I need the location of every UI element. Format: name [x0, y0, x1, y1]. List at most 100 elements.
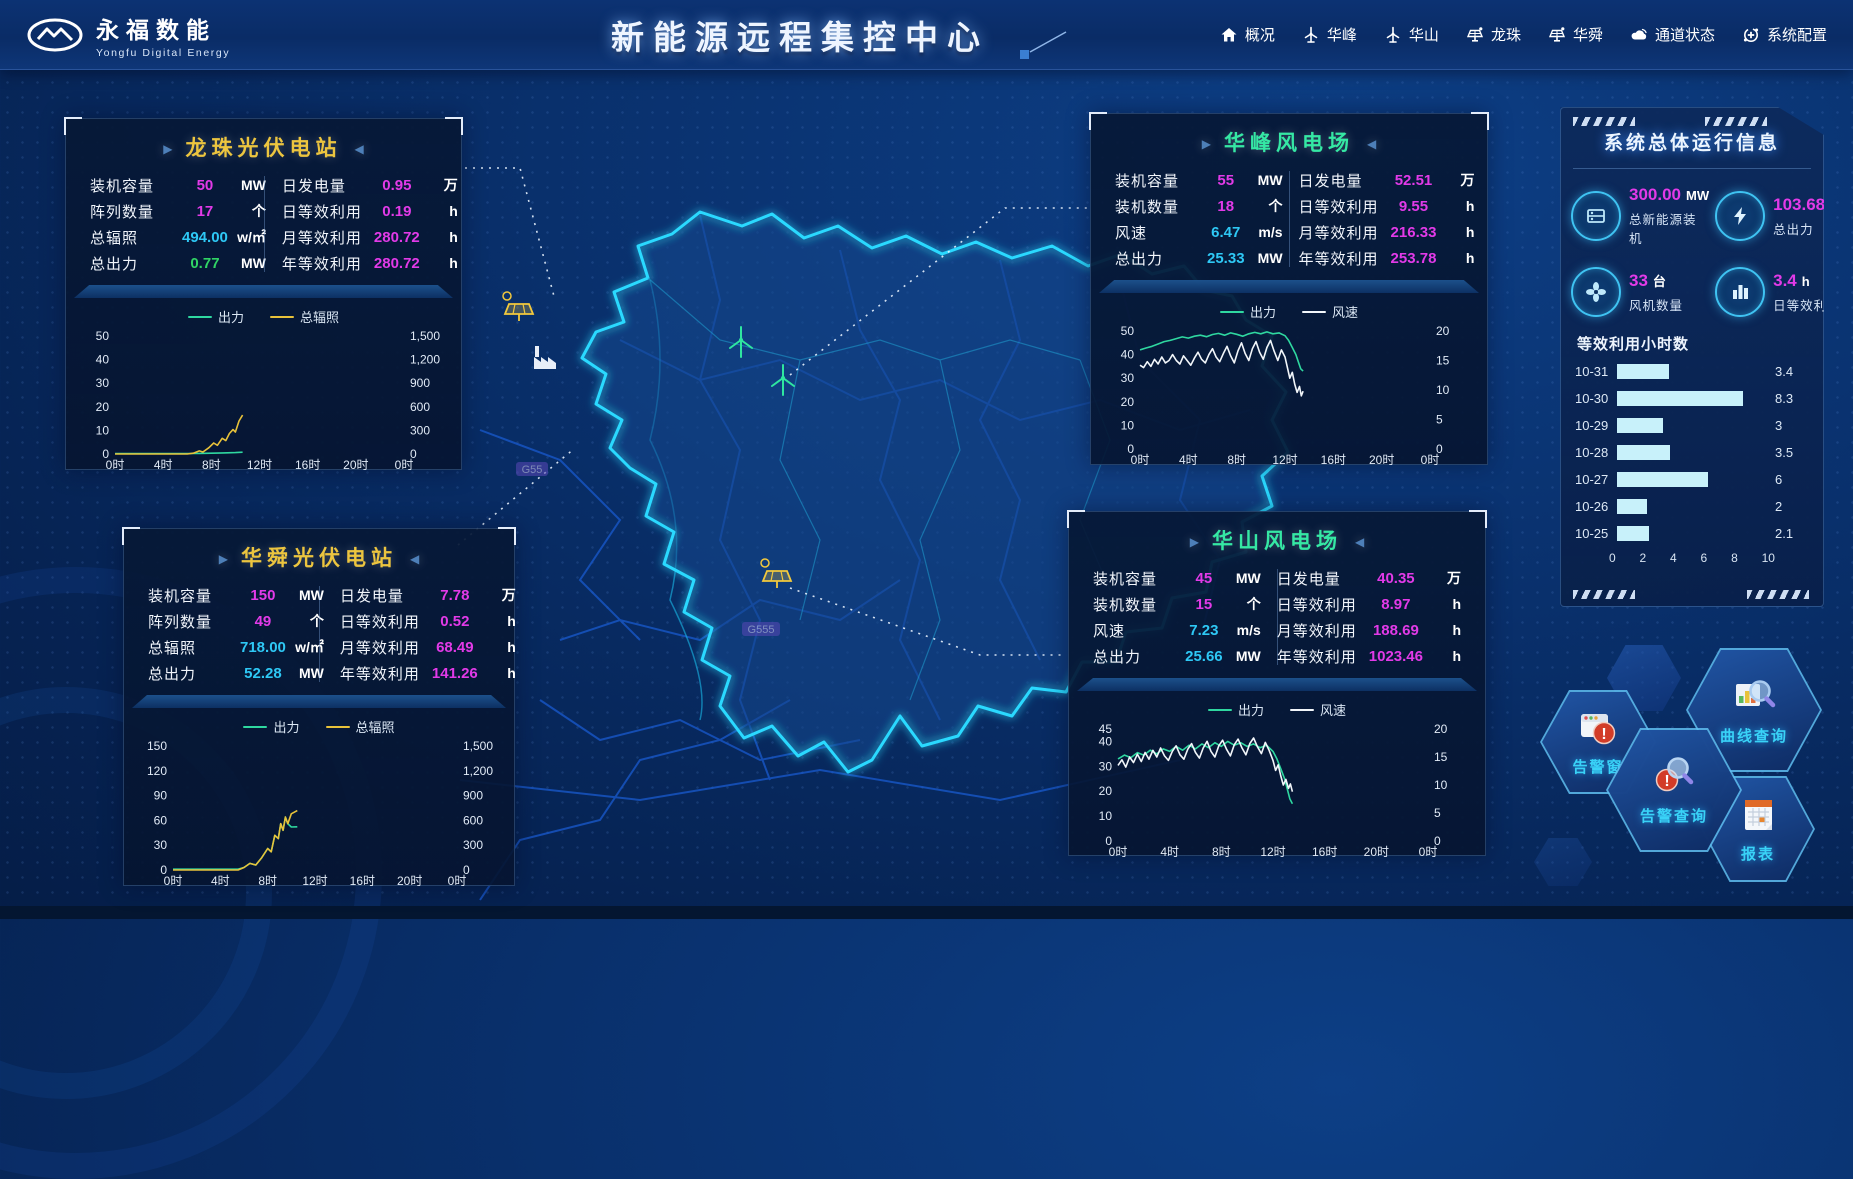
metric-row: 月等效利用216.33h: [1299, 219, 1475, 245]
stat-label: 风机数量: [1629, 295, 1683, 314]
lightning-icon: [1715, 191, 1765, 241]
metric-value: 40.35: [1369, 570, 1423, 587]
metric-unit: MW: [1245, 172, 1283, 188]
metric-row: 日等效利用9.55h: [1299, 193, 1475, 219]
metric-label: 月等效利用: [1277, 620, 1369, 641]
utilization-bar-chart: 10-313.410-308.310-29310-283.510-27610-2…: [1561, 358, 1823, 547]
left-arrow-icon: ▶: [1202, 137, 1211, 151]
metric-label: 总辐照: [148, 637, 240, 658]
metric-row: 装机数量15个: [1093, 591, 1261, 617]
bar-category: 10-27: [1575, 472, 1617, 487]
alarm-query-icon: !: [1651, 754, 1697, 803]
bar-value: 8.3: [1775, 391, 1793, 406]
map-solar-station-icon[interactable]: [503, 292, 533, 321]
metric-value: 25.66: [1185, 648, 1223, 665]
svg-text:4时: 4时: [211, 874, 230, 888]
metric-value: 6.47: [1207, 224, 1245, 241]
bar-value: 2.1: [1775, 526, 1793, 541]
legend-swatch-icon: [270, 316, 294, 318]
metric-label: 装机容量: [148, 585, 240, 606]
metric-unit: MW: [1223, 570, 1261, 586]
metric-unit: 个: [286, 611, 324, 631]
svg-text:120: 120: [147, 764, 167, 778]
map-wind-turbine-icons[interactable]: [730, 327, 794, 395]
system-stat-0: 300.00MW总新能源装机: [1571, 185, 1709, 247]
station-title: ▶龙珠光伏电站◀: [66, 119, 461, 162]
svg-text:150: 150: [147, 739, 167, 753]
metric-unit: h: [1436, 250, 1474, 266]
svg-text:90: 90: [154, 789, 168, 803]
metric-label: 月等效利用: [282, 227, 374, 248]
legend-label: 总辐照: [356, 717, 395, 736]
station-panel-huafeng: ▶华峰风电场◀ 装机容量55MW装机数量18个风速6.47m/s总出力25.33…: [1090, 113, 1488, 465]
metric-value: 17: [182, 203, 228, 220]
metric-value: 1023.46: [1369, 648, 1423, 665]
svg-text:10: 10: [1121, 418, 1135, 432]
nav-item-3[interactable]: 龙珠: [1466, 24, 1521, 45]
map-solar-station-icon-south[interactable]: [761, 559, 791, 588]
nav-item-6[interactable]: 系统配置: [1742, 24, 1827, 45]
metric-unit: h: [420, 255, 458, 271]
panel-divider-wedge: [132, 695, 506, 708]
metric-row: 年等效利用1023.46h: [1277, 643, 1461, 669]
legend-swatch-icon: [326, 726, 350, 728]
bar-track: [1617, 364, 1769, 379]
left-arrow-icon: ▶: [1190, 535, 1199, 549]
bar-fill: [1617, 445, 1670, 460]
legend-item: 总辐照: [270, 307, 339, 326]
metric-row: 日等效利用0.19h: [282, 198, 458, 224]
bar-value: 3: [1775, 418, 1782, 433]
metric-row: 装机容量45MW: [1093, 565, 1261, 591]
metric-unit: h: [478, 665, 516, 681]
bar-value: 6: [1775, 472, 1782, 487]
legend-label: 风速: [1332, 302, 1358, 321]
legend-swatch-icon: [188, 316, 212, 318]
bar-category: 10-29: [1575, 418, 1617, 433]
nav-item-1[interactable]: 华峰: [1302, 24, 1357, 45]
metric-label: 装机容量: [90, 175, 182, 196]
station-metrics: 装机容量55MW装机数量18个风速6.47m/s总出力25.33MW日发电量52…: [1107, 167, 1471, 271]
system-stat-1: 103.68MW总出力: [1715, 185, 1853, 247]
bar-axis-tick: 8: [1731, 551, 1738, 565]
metric-value: 45: [1185, 570, 1223, 587]
right-arrow-icon: ◀: [355, 142, 364, 156]
metric-value: 7.78: [432, 587, 478, 604]
bar-row-10-30: 10-308.3: [1575, 385, 1809, 412]
svg-text:0时: 0时: [1109, 845, 1128, 859]
stat-label: 总出力: [1773, 219, 1853, 238]
svg-text:15: 15: [1434, 750, 1448, 764]
nav-item-5[interactable]: 通道状态: [1630, 24, 1715, 45]
solar-module-icon: [1571, 191, 1621, 241]
metric-row: 年等效利用253.78h: [1299, 245, 1475, 271]
right-arrow-icon: ◀: [410, 552, 419, 566]
metric-row: 装机容量55MW: [1115, 167, 1283, 193]
metric-row: 月等效利用188.69h: [1277, 617, 1461, 643]
metric-label: 总出力: [90, 253, 182, 274]
nav-item-4[interactable]: 华舜: [1548, 24, 1603, 45]
bar-track: [1617, 445, 1769, 460]
bar-fill: [1617, 526, 1649, 541]
title-decor-line: [1016, 30, 1072, 60]
svg-text:0时: 0时: [164, 874, 183, 888]
road-badge-g555: G555: [748, 624, 775, 636]
road-badge-g55: G55: [522, 464, 543, 476]
legend-swatch-icon: [1208, 709, 1232, 711]
svg-text:0时: 0时: [1419, 845, 1438, 859]
stat-value: 3.4: [1773, 271, 1797, 290]
metric-unit: h: [420, 229, 458, 245]
metric-label: 总辐照: [90, 227, 182, 248]
metric-value: 68.49: [432, 639, 478, 656]
legend-label: 出力: [273, 717, 299, 736]
legend-item: 出力: [1208, 700, 1264, 719]
metric-unit: w/㎡: [286, 637, 324, 657]
svg-text:15: 15: [1436, 354, 1450, 368]
decorative-hexagon: [1534, 838, 1592, 886]
right-arrow-icon: ◀: [1367, 137, 1376, 151]
metric-row: 总辐照718.00w/㎡: [148, 634, 324, 660]
logo: 永福数能 Yongfu Digital Energy: [26, 11, 230, 59]
legend-swatch-icon: [1220, 311, 1244, 313]
nav-item-2[interactable]: 华山: [1384, 24, 1439, 45]
chart-legend: 出力总辐照: [66, 307, 461, 326]
nav-item-0[interactable]: 概况: [1220, 24, 1275, 45]
svg-text:8时: 8时: [1212, 845, 1231, 859]
